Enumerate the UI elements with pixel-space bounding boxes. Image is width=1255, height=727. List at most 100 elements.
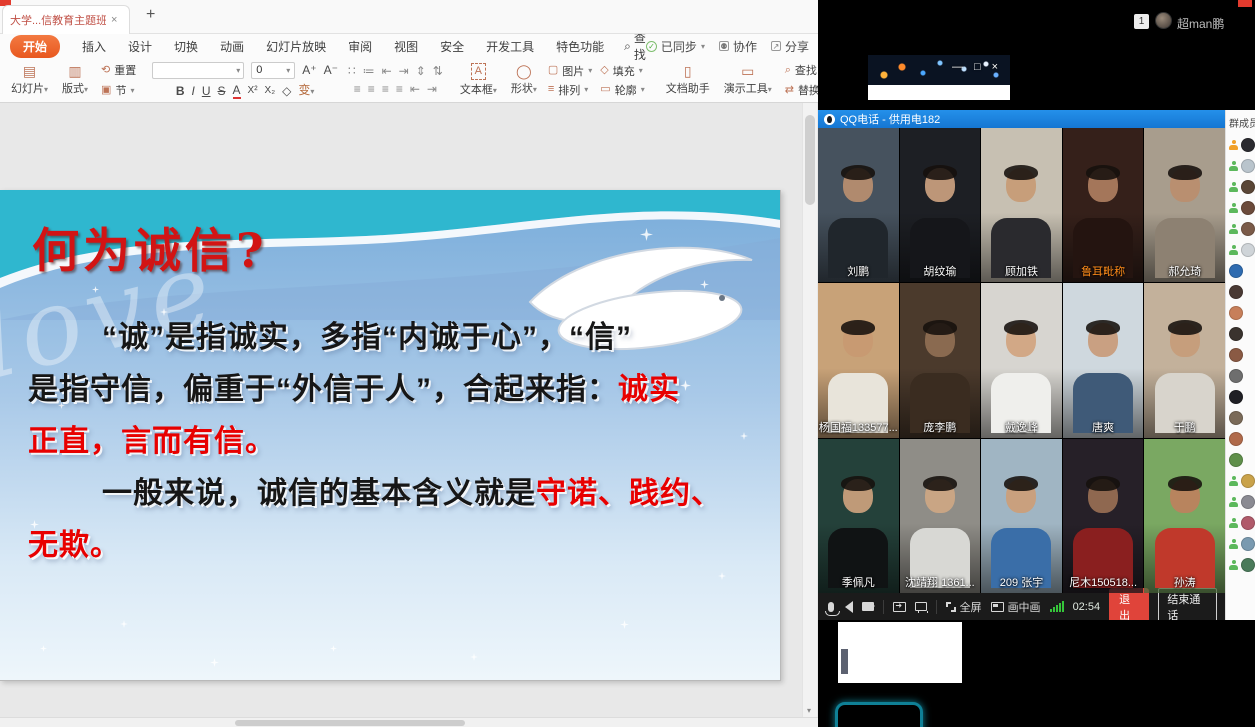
layout-button[interactable]: ▥ 版式▾ — [55, 64, 95, 96]
strikethrough-button[interactable]: S — [218, 84, 226, 98]
menu-tab-4[interactable]: 动画 — [220, 38, 244, 55]
menu-tab-10[interactable]: 特色功能 — [556, 38, 604, 55]
participant-video[interactable]: 季佩凡 — [818, 439, 899, 593]
user-avatar[interactable] — [1155, 12, 1172, 29]
slide-title[interactable]: 何为诚信? — [32, 212, 268, 281]
numbering-icon[interactable]: ≔ — [363, 64, 375, 78]
member-row[interactable] — [1226, 491, 1255, 512]
collaborate-button[interactable]: ⚉ 协作 — [719, 38, 757, 55]
member-row[interactable] — [1226, 281, 1255, 302]
clear-format-icon[interactable]: ◇ — [282, 84, 291, 98]
menu-tab-5[interactable]: 幻灯片放映 — [266, 38, 326, 55]
vertical-scrollbar-thumb[interactable] — [805, 115, 815, 205]
align-center-icon[interactable]: ≡ — [368, 82, 375, 96]
member-row[interactable] — [1226, 134, 1255, 155]
shapes-button[interactable]: ◯ 形状▾ — [504, 64, 544, 96]
participant-video[interactable]: 于鹏 — [1144, 283, 1225, 437]
member-row[interactable] — [1226, 407, 1255, 428]
justify-icon[interactable]: ≡ — [396, 82, 403, 96]
font-size-input[interactable]: 0▾ — [251, 62, 295, 79]
participant-video[interactable]: 唐爽 — [1063, 283, 1144, 437]
participant-video[interactable]: 209 张宇 — [981, 439, 1062, 593]
new-slide-button[interactable]: ▤ 幻灯片▾ — [4, 64, 55, 96]
decrease-font-button[interactable]: A⁻ — [324, 63, 338, 77]
participant-video[interactable]: 胡纹瑜 — [900, 128, 981, 282]
participant-video[interactable]: 刘鹏 — [818, 128, 899, 282]
member-row[interactable] — [1226, 155, 1255, 176]
outline-button[interactable]: ▭轮廓▾ — [600, 82, 644, 98]
italic-button[interactable]: I — [191, 84, 194, 98]
horizontal-scrollbar[interactable] — [0, 717, 818, 727]
participant-video[interactable]: 顾加铁 — [981, 128, 1062, 282]
font-color-button[interactable]: A — [233, 83, 241, 99]
member-row[interactable] — [1226, 239, 1255, 260]
fill-button[interactable]: ◇填充▾ — [600, 63, 644, 79]
section-button[interactable]: ▣ 节 ▾ — [101, 82, 136, 98]
maximize-icon[interactable]: □ — [974, 61, 981, 73]
superscript-button[interactable]: X² — [248, 84, 258, 98]
member-row[interactable] — [1226, 533, 1255, 554]
arrange-button[interactable]: ≡排列▾ — [548, 82, 592, 98]
microphone-icon[interactable] — [828, 602, 834, 612]
member-row[interactable] — [1226, 302, 1255, 323]
notification-badge[interactable]: 1 — [1134, 14, 1149, 29]
participant-video[interactable]: 戴逸峰 — [981, 283, 1062, 437]
align-left-icon[interactable]: ≡ — [354, 82, 361, 96]
increase-font-button[interactable]: A⁺ — [302, 63, 316, 77]
picture-button[interactable]: ▢图片▾ — [548, 63, 592, 79]
member-row[interactable] — [1226, 386, 1255, 407]
member-row[interactable] — [1226, 365, 1255, 386]
scrollbar-fragment[interactable] — [841, 649, 848, 674]
minimize-icon[interactable]: — — [952, 61, 963, 73]
participant-video[interactable]: 尼木150518... — [1063, 439, 1144, 593]
scroll-down-arrow-icon[interactable]: ▾ — [807, 706, 811, 715]
menu-tab-6[interactable]: 审阅 — [348, 38, 372, 55]
present-tools-button[interactable]: ▭ 演示工具▾ — [717, 64, 779, 96]
fullscreen-button[interactable]: 全屏 — [946, 599, 982, 615]
slide-canvas[interactable]: love 何为诚信? “诚”是指诚实，多指“内诚于心”，“信”是指守信，偏重于“… — [0, 190, 781, 681]
distribute-icon[interactable]: ⇤ — [410, 82, 420, 96]
background-video-window[interactable]: — □ × — [868, 55, 1010, 100]
bullets-icon[interactable]: ∷ — [348, 64, 356, 78]
camera-icon[interactable] — [862, 602, 874, 611]
speaker-icon[interactable] — [845, 601, 853, 613]
textbox-button[interactable]: A 文本框▾ — [453, 63, 504, 97]
member-row[interactable] — [1226, 260, 1255, 281]
member-row[interactable] — [1226, 176, 1255, 197]
member-row[interactable] — [1226, 512, 1255, 533]
indent-icon[interactable]: ⇥ — [399, 64, 409, 78]
close-icon[interactable]: × — [992, 61, 998, 73]
new-tab-button[interactable]: + — [146, 6, 155, 24]
menu-tab-2[interactable]: 设计 — [128, 38, 152, 55]
reset-button[interactable]: ⟲ 重置 — [101, 62, 136, 78]
participant-video[interactable]: 庞李鹏 — [900, 283, 981, 437]
menu-search[interactable]: ⌕ 查找 — [624, 29, 646, 63]
doc-assistant-button[interactable]: ▯ 文档助手 — [659, 64, 717, 96]
member-row[interactable] — [1226, 218, 1255, 239]
participant-video[interactable]: 鲁耳毗称 — [1063, 128, 1144, 282]
underline-button[interactable]: U — [202, 84, 211, 98]
menu-tab-0[interactable]: 开始 — [10, 35, 60, 58]
menu-tab-7[interactable]: 视图 — [394, 38, 418, 55]
participant-video[interactable]: 郝允琦 — [1144, 128, 1225, 282]
share-button[interactable]: ↗ 分享 — [771, 38, 809, 55]
slide-body[interactable]: “诚”是指诚实，多指“内诚于心”，“信”是指守信，偏重于“外信于人”，合起来指：… — [28, 312, 764, 572]
sync-status[interactable]: ✓ 已同步 ▾ — [646, 38, 705, 55]
subscript-button[interactable]: X₂ — [265, 84, 276, 98]
outdent-icon[interactable]: ⇤ — [382, 64, 392, 78]
text-tool-button[interactable]: 变▾ — [298, 83, 314, 99]
vertical-scrollbar[interactable]: ▾ — [802, 103, 817, 717]
menu-tab-1[interactable]: 插入 — [82, 38, 106, 55]
pip-button[interactable]: 画中画 — [991, 599, 1041, 615]
horizontal-scrollbar-thumb[interactable] — [235, 720, 465, 726]
member-row[interactable] — [1226, 449, 1255, 470]
member-row[interactable] — [1226, 428, 1255, 449]
bold-button[interactable]: B — [176, 84, 185, 98]
member-row[interactable] — [1226, 554, 1255, 575]
menu-tab-3[interactable]: 切换 — [174, 38, 198, 55]
member-row[interactable] — [1226, 470, 1255, 491]
document-tab[interactable]: 大学...信教育主题班会” × — [2, 5, 130, 34]
columns-icon[interactable]: ⇥ — [427, 82, 437, 96]
presentation-board-icon[interactable] — [915, 602, 927, 611]
participant-video[interactable]: 孙涛 — [1144, 439, 1225, 593]
